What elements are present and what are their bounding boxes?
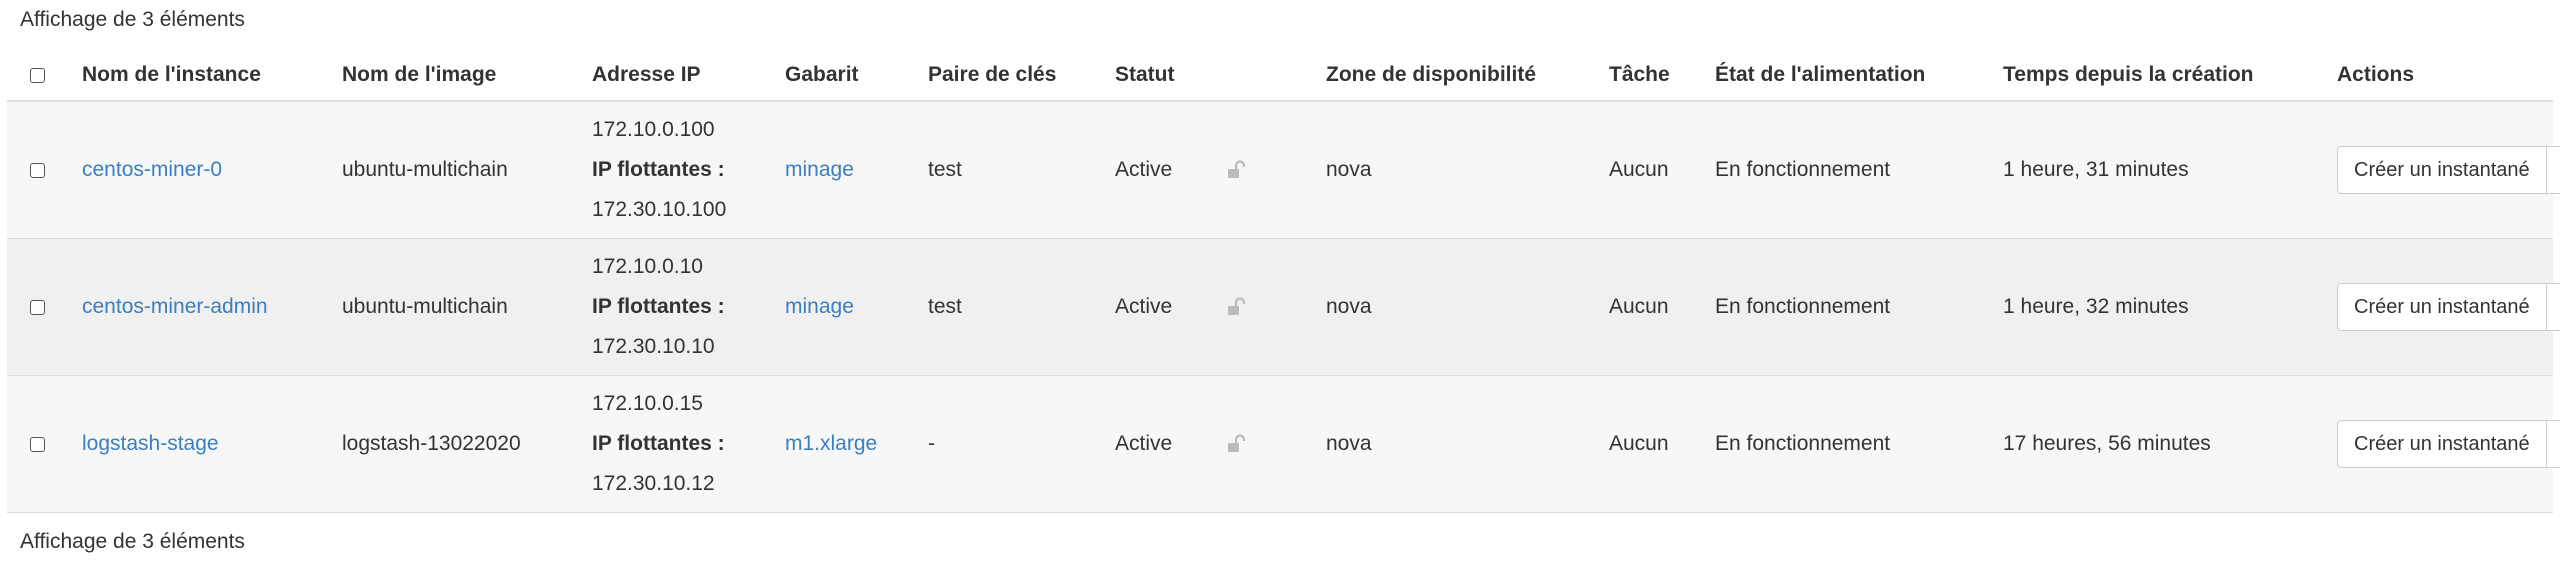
floating-ip: 172.30.10.12 — [592, 472, 715, 495]
column-header-power[interactable]: État de l'alimentation — [1715, 50, 2003, 102]
task: Aucun — [1609, 375, 1715, 513]
task: Aucun — [1609, 101, 1715, 239]
availability-zone: nova — [1326, 101, 1609, 239]
floating-ip: 172.30.10.100 — [592, 198, 727, 221]
power-state: En fonctionnement — [1715, 238, 2003, 376]
item-count-bottom: Affichage de 3 éléments — [20, 530, 245, 553]
row-actions: Créer un instantané — [2337, 420, 2560, 468]
table-row: centos-miner-admin ubuntu-multichain 172… — [7, 238, 2560, 376]
floating-ip-label: IP flottantes : — [592, 158, 725, 181]
column-header-flavor[interactable]: Gabarit — [785, 50, 928, 102]
table-row: logstash-stage logstash-13022020 172.10.… — [7, 375, 2560, 513]
row-actions: Créer un instantané — [2337, 283, 2560, 331]
table-header-row: Nom de l'instance Nom de l'image Adresse… — [7, 50, 2553, 102]
unlocked-icon — [1225, 160, 1247, 180]
create-snapshot-button[interactable]: Créer un instantané — [2337, 146, 2547, 194]
key-pair: test — [928, 101, 1115, 239]
key-pair: - — [928, 375, 1115, 513]
task: Aucun — [1609, 238, 1715, 376]
column-header-ip[interactable]: Adresse IP — [592, 50, 785, 102]
column-header-task[interactable]: Tâche — [1609, 50, 1715, 102]
age: 17 heures, 56 minutes — [2003, 375, 2337, 513]
floating-ip: 172.30.10.10 — [592, 335, 715, 358]
select-all-checkbox[interactable] — [30, 67, 45, 83]
fixed-ip: 172.10.0.100 — [592, 118, 715, 141]
flavor-link[interactable]: minage — [785, 295, 854, 318]
flavor-link[interactable]: minage — [785, 158, 854, 181]
ip-address-cell: 172.10.0.15 IP flottantes : 172.30.10.12 — [592, 375, 785, 513]
actions-dropdown-toggle[interactable] — [2546, 283, 2560, 331]
instance-name-link[interactable]: centos-miner-0 — [82, 158, 222, 181]
column-header-actions: Actions — [2337, 50, 2553, 102]
table-row: centos-miner-0 ubuntu-multichain 172.10.… — [7, 101, 2560, 239]
status: Active — [1115, 101, 1225, 239]
column-header-age[interactable]: Temps depuis la création — [2003, 50, 2337, 102]
instance-name-link[interactable]: logstash-stage — [82, 432, 219, 455]
column-header-keypair[interactable]: Paire de clés — [928, 50, 1115, 102]
unlocked-icon — [1225, 434, 1247, 454]
age: 1 heure, 31 minutes — [2003, 101, 2337, 239]
fixed-ip: 172.10.0.10 — [592, 255, 703, 278]
instances-table: Nom de l'instance Nom de l'image Adresse… — [7, 50, 2560, 513]
key-pair: test — [928, 238, 1115, 376]
status: Active — [1115, 375, 1225, 513]
row-checkbox[interactable] — [30, 299, 45, 315]
ip-address-cell: 172.10.0.10 IP flottantes : 172.30.10.10 — [592, 238, 785, 376]
row-actions: Créer un instantané — [2337, 146, 2560, 194]
flavor-link[interactable]: m1.xlarge — [785, 432, 877, 455]
power-state: En fonctionnement — [1715, 375, 2003, 513]
image-name: logstash-13022020 — [342, 375, 592, 513]
row-checkbox[interactable] — [30, 436, 45, 452]
instance-name-link[interactable]: centos-miner-admin — [82, 295, 268, 318]
fixed-ip: 172.10.0.15 — [592, 392, 703, 415]
age: 1 heure, 32 minutes — [2003, 238, 2337, 376]
column-header-image[interactable]: Nom de l'image — [342, 50, 592, 102]
row-checkbox[interactable] — [30, 162, 45, 178]
image-name: ubuntu-multichain — [342, 238, 592, 376]
column-header-name[interactable]: Nom de l'instance — [82, 50, 342, 102]
actions-dropdown-toggle[interactable] — [2546, 420, 2560, 468]
availability-zone: nova — [1326, 375, 1609, 513]
floating-ip-label: IP flottantes : — [592, 295, 725, 318]
unlocked-icon — [1225, 297, 1247, 317]
floating-ip-label: IP flottantes : — [592, 432, 725, 455]
item-count-top: Affichage de 3 éléments — [20, 8, 245, 31]
availability-zone: nova — [1326, 238, 1609, 376]
column-header-status[interactable]: Statut — [1115, 50, 1225, 102]
create-snapshot-button[interactable]: Créer un instantané — [2337, 420, 2547, 468]
column-header-lock — [1225, 50, 1326, 102]
status: Active — [1115, 238, 1225, 376]
image-name: ubuntu-multichain — [342, 101, 592, 239]
create-snapshot-button[interactable]: Créer un instantané — [2337, 283, 2547, 331]
power-state: En fonctionnement — [1715, 101, 2003, 239]
ip-address-cell: 172.10.0.100 IP flottantes : 172.30.10.1… — [592, 101, 785, 239]
column-header-az[interactable]: Zone de disponibilité — [1326, 50, 1609, 102]
actions-dropdown-toggle[interactable] — [2546, 146, 2560, 194]
